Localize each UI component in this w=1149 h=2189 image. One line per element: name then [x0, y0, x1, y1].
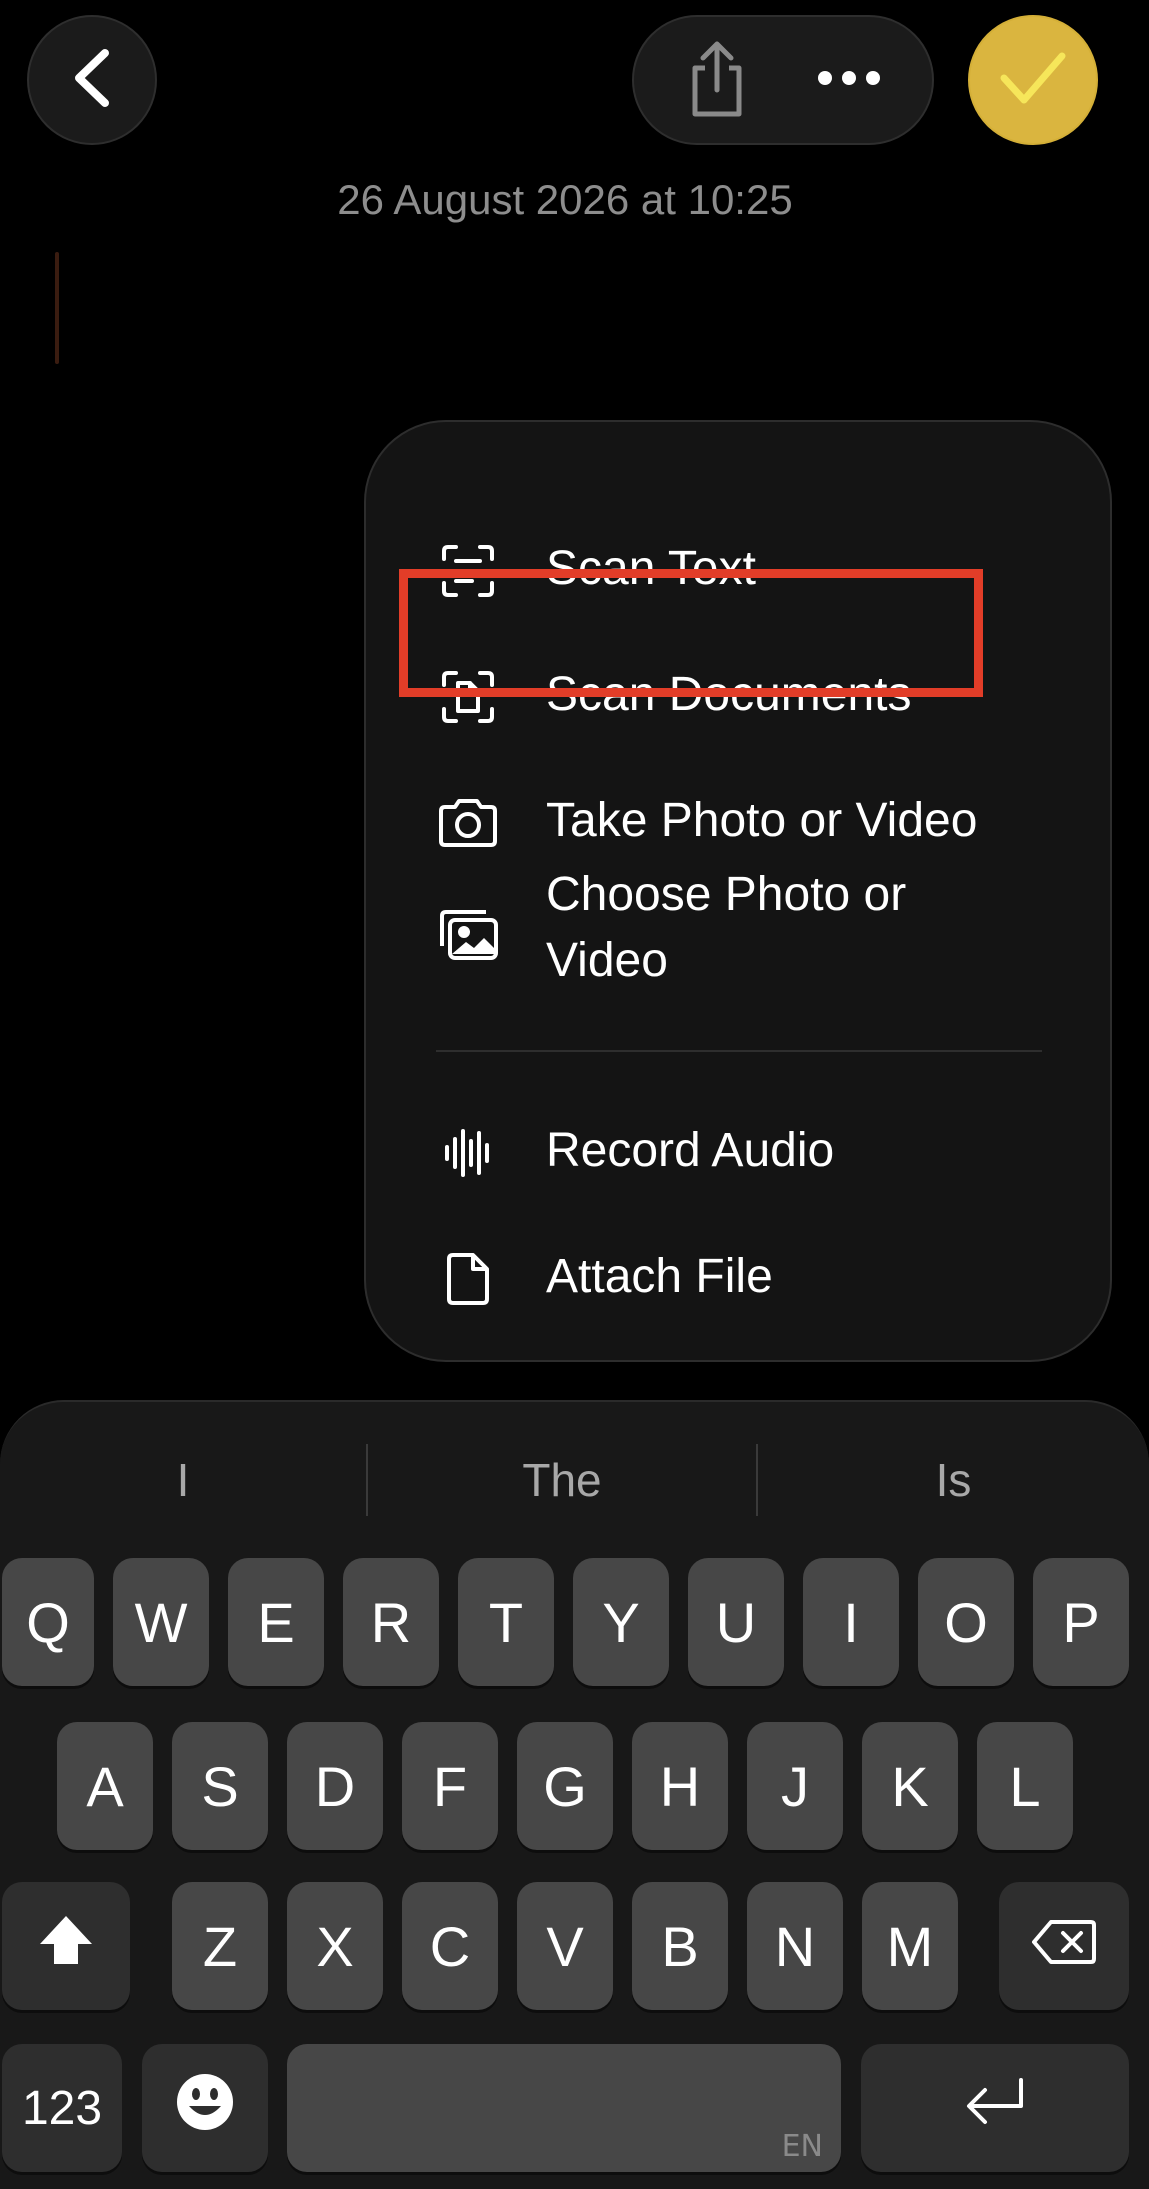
camera-icon [436, 791, 500, 855]
key-n[interactable]: N [747, 1882, 843, 2010]
key-x[interactable]: X [287, 1882, 383, 2010]
key-j[interactable]: J [747, 1722, 843, 1850]
key-m[interactable]: M [862, 1882, 958, 2010]
more-button[interactable] [794, 17, 904, 143]
menu-item-label: Choose Photo or Video [546, 868, 907, 987]
menu-item-label: Record Audio [546, 1124, 835, 1177]
share-button[interactable] [662, 17, 772, 143]
key-v[interactable]: V [517, 1882, 613, 2010]
key-r[interactable]: R [343, 1558, 439, 1686]
menu-divider [436, 1050, 1042, 1052]
back-button[interactable] [27, 15, 157, 145]
key-w[interactable]: W [113, 1558, 209, 1686]
done-button[interactable] [968, 15, 1098, 145]
key-d[interactable]: D [287, 1722, 383, 1850]
toolbar-pill [632, 15, 934, 145]
suggestion-3[interactable]: Is [758, 1440, 1149, 1520]
highlight-box [399, 569, 983, 697]
key-c[interactable]: C [402, 1882, 498, 2010]
key-q[interactable]: Q [2, 1558, 94, 1686]
photo-library-icon [436, 902, 500, 966]
numbers-key[interactable]: 123 [2, 2044, 122, 2172]
key-g[interactable]: G [517, 1722, 613, 1850]
key-a[interactable]: A [57, 1722, 153, 1850]
menu-item-choose-photo[interactable]: Choose Photo or Video [366, 862, 1110, 1002]
shift-icon [36, 1912, 96, 1981]
menu-item-label: Take Photo or Video [546, 794, 978, 847]
predictive-bar: I The Is [0, 1440, 1149, 1520]
key-b[interactable]: B [632, 1882, 728, 2010]
delete-key[interactable] [999, 1882, 1129, 2010]
menu-item-record-audio[interactable]: Record Audio [366, 1096, 1110, 1206]
chevron-left-icon [67, 47, 117, 114]
ellipsis-icon [817, 70, 881, 91]
menu-item-label: Attach File [546, 1250, 773, 1303]
menu-item-take-photo[interactable]: Take Photo or Video [366, 766, 1110, 876]
suggestion-2[interactable]: The [368, 1440, 756, 1520]
key-l[interactable]: L [977, 1722, 1073, 1850]
notes-screen: 26 August 2026 at 10:25 Scan Text Scan D… [0, 0, 1149, 2189]
key-f[interactable]: F [402, 1722, 498, 1850]
key-t[interactable]: T [458, 1558, 554, 1686]
menu-item-attach-file[interactable]: Attach File [366, 1222, 1110, 1332]
return-key[interactable] [861, 2044, 1129, 2172]
key-k[interactable]: K [862, 1722, 958, 1850]
emoji-key[interactable] [142, 2044, 268, 2172]
key-u[interactable]: U [688, 1558, 784, 1686]
document-icon [436, 1247, 500, 1311]
note-timestamp: 26 August 2026 at 10:25 [337, 176, 793, 223]
key-s[interactable]: S [172, 1722, 268, 1850]
space-key[interactable]: EN [287, 2044, 841, 2172]
text-cursor[interactable] [55, 252, 59, 364]
key-o[interactable]: O [918, 1558, 1014, 1686]
key-y[interactable]: Y [573, 1558, 669, 1686]
waveform-icon [436, 1121, 500, 1185]
key-z[interactable]: Z [172, 1882, 268, 2010]
key-h[interactable]: H [632, 1722, 728, 1850]
delete-icon [1031, 1914, 1097, 1979]
checkmark-icon [998, 50, 1068, 111]
keyboard-language: EN [781, 2129, 823, 2164]
return-icon [963, 2076, 1027, 2141]
shift-key[interactable] [2, 1882, 130, 2010]
suggestion-1[interactable]: I [0, 1440, 366, 1520]
attachment-menu: Scan Text Scan Documents Take Photo or V… [364, 420, 1112, 1362]
keyboard: I The Is Q W E R T Y U I O P A S D F G H… [0, 1400, 1149, 2189]
key-e[interactable]: E [228, 1558, 324, 1686]
emoji-icon [175, 2072, 235, 2145]
key-p[interactable]: P [1033, 1558, 1129, 1686]
share-icon [685, 38, 749, 123]
key-i[interactable]: I [803, 1558, 899, 1686]
